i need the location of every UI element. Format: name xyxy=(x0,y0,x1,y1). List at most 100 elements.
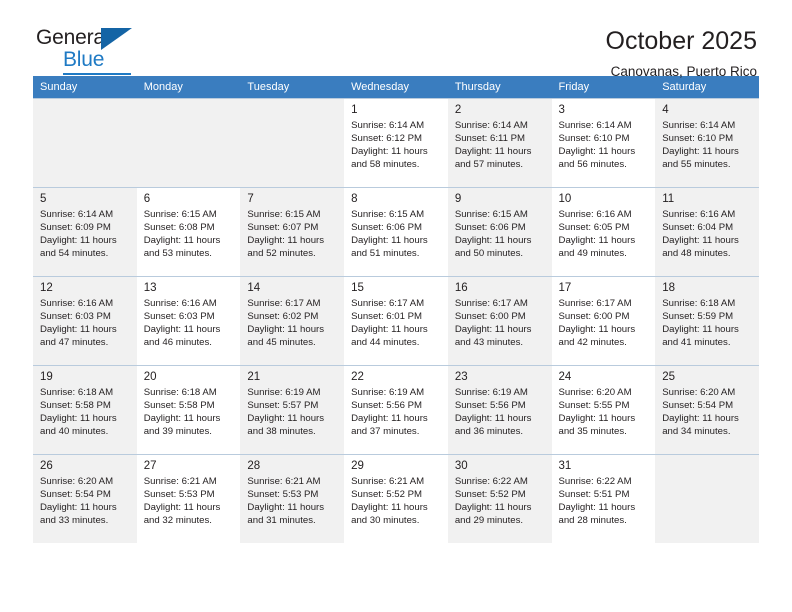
day-number: 26 xyxy=(40,460,53,472)
day-info-line: Daylight: 11 hours xyxy=(558,413,636,425)
day-info-line: Sunrise: 6:18 AM xyxy=(40,387,114,398)
calendar-day-cell[interactable]: 25 Sunrise: 6:20 AM Sunset: 5:54 PM Dayligh… xyxy=(655,365,759,454)
day-info-line: Sunset: 6:03 PM xyxy=(40,311,111,323)
day-info-line: Sunset: 5:53 PM xyxy=(247,489,319,501)
day-info-line: Sunset: 6:09 PM xyxy=(40,222,111,234)
day-info-line: Sunset: 6:11 PM xyxy=(454,133,526,145)
calendar-day-cell[interactable]: 1 Sunrise: 6:14 AM Sunset: 6:12 PM Daylight… xyxy=(344,98,448,187)
calendar-day-cell[interactable]: 30 Sunrise: 6:22 AM Sunset: 5:52 PM Dayligh… xyxy=(447,454,552,543)
day-sun-info: Sunrise: 6:14 AM Sunset: 6:11 PM Daylight:… xyxy=(448,119,552,171)
day-number: 2 xyxy=(454,104,462,116)
day-info-line: and 46 minutes. xyxy=(143,337,212,349)
day-sun-info: Sunrise: 6:16 AM Sunset: 6:05 PM Daylight:… xyxy=(552,208,656,260)
calendar-day-cell[interactable]: 28 Sunrise: 6:21 AM Sunset: 5:53 PM Dayligh… xyxy=(240,454,345,543)
calendar-day-cell[interactable]: 11 Sunrise: 6:16 AM Sunset: 6:04 PM Dayligh… xyxy=(655,187,759,276)
calendar-day-cell[interactable]: 21 Sunrise: 6:19 AM Sunset: 5:57 PM Dayligh… xyxy=(240,365,345,454)
calendar-day-cell[interactable]: 15 Sunrise: 6:17 AM Sunset: 6:01 PM Dayligh… xyxy=(344,276,448,365)
day-number: 28 xyxy=(247,460,261,472)
calendar-day-cell-empty xyxy=(136,98,241,187)
calendar-day-cell[interactable]: 17 Sunrise: 6:17 AM Sunset: 6:00 PM Dayligh… xyxy=(551,276,656,365)
day-info-line: and 40 minutes. xyxy=(40,426,109,438)
day-info-line: Sunrise: 6:16 AM xyxy=(40,298,114,309)
day-info-line: Daylight: 11 hours xyxy=(247,413,325,425)
page-subtitle: Canovanas, Puerto Rico xyxy=(610,64,757,79)
day-info-line: Sunrise: 6:16 AM xyxy=(558,209,632,220)
day-info-line: Sunrise: 6:20 AM xyxy=(558,387,632,398)
day-info-line: Daylight: 11 hours xyxy=(247,235,325,247)
day-info-line: Sunset: 5:59 PM xyxy=(662,311,734,323)
day-info-line: Daylight: 11 hours xyxy=(143,235,221,247)
day-sun-info: Sunrise: 6:20 AM Sunset: 5:55 PM Daylight:… xyxy=(552,386,656,438)
day-info-line: Daylight: 11 hours xyxy=(247,324,325,336)
day-info-line: Sunset: 6:08 PM xyxy=(143,222,215,234)
calendar-day-cell[interactable]: 2 Sunrise: 6:14 AM Sunset: 6:11 PM Daylight… xyxy=(447,98,552,187)
day-info-line: Sunset: 5:54 PM xyxy=(662,400,734,412)
calendar-day-cell[interactable]: 13 Sunrise: 6:16 AM Sunset: 6:03 PM Dayligh… xyxy=(136,276,241,365)
day-info-line: Daylight: 11 hours xyxy=(558,235,636,247)
calendar-day-cell[interactable]: 31 Sunrise: 6:22 AM Sunset: 5:51 PM Dayligh… xyxy=(551,454,656,543)
day-info-line: and 56 minutes. xyxy=(558,159,627,171)
calendar-day-cell[interactable]: 9 Sunrise: 6:15 AM Sunset: 6:06 PM Daylight… xyxy=(447,187,552,276)
calendar-day-cell[interactable]: 5 Sunrise: 6:14 AM Sunset: 6:09 PM Daylight… xyxy=(33,187,137,276)
day-sun-info: Sunrise: 6:21 AM Sunset: 5:53 PM Daylight:… xyxy=(240,475,344,527)
day-info-line: and 58 minutes. xyxy=(351,159,420,171)
calendar-day-cell[interactable]: 19 Sunrise: 6:18 AM Sunset: 5:58 PM Dayligh… xyxy=(33,365,137,454)
calendar-day-cell[interactable]: 18 Sunrise: 6:18 AM Sunset: 5:59 PM Dayligh… xyxy=(655,276,759,365)
sunrise-sunset-calendar: Sunday Monday Tuesday Wednesday Thursday… xyxy=(33,76,759,543)
day-info-line: Daylight: 11 hours xyxy=(351,502,428,514)
day-info-line: and 39 minutes. xyxy=(143,426,212,438)
day-sun-info: Sunrise: 6:21 AM Sunset: 5:53 PM Daylight:… xyxy=(137,475,241,527)
day-number: 11 xyxy=(662,193,675,205)
day-info-line: Sunrise: 6:15 AM xyxy=(351,209,425,220)
day-info-line: Sunrise: 6:21 AM xyxy=(247,476,321,487)
calendar-day-cell[interactable]: 12 Sunrise: 6:16 AM Sunset: 6:03 PM Dayligh… xyxy=(33,276,137,365)
day-number: 9 xyxy=(454,193,462,205)
day-info-line: Daylight: 11 hours xyxy=(454,146,532,158)
day-info-line: and 43 minutes. xyxy=(454,337,524,349)
calendar-day-cell[interactable]: 27 Sunrise: 6:21 AM Sunset: 5:53 PM Dayligh… xyxy=(136,454,241,543)
calendar-day-cell[interactable]: 26 Sunrise: 6:20 AM Sunset: 5:54 PM Dayligh… xyxy=(33,454,137,543)
title-block: October 2025 Canovanas, Puerto Rico xyxy=(606,26,760,82)
day-number: 21 xyxy=(247,371,261,383)
day-info-line: Sunset: 5:58 PM xyxy=(40,400,111,412)
calendar-day-cell[interactable]: 14 Sunrise: 6:17 AM Sunset: 6:02 PM Dayligh… xyxy=(240,276,345,365)
calendar-day-cell[interactable]: 29 Sunrise: 6:21 AM Sunset: 5:52 PM Dayligh… xyxy=(344,454,448,543)
calendar-day-cell[interactable]: 22 Sunrise: 6:19 AM Sunset: 5:56 PM Dayligh… xyxy=(344,365,448,454)
generalblue-logo[interactable]: General Blue xyxy=(36,26,156,76)
calendar-day-cell[interactable]: 24 Sunrise: 6:20 AM Sunset: 5:55 PM Dayligh… xyxy=(551,365,656,454)
day-sun-info: Sunrise: 6:19 AM Sunset: 5:56 PM Daylight:… xyxy=(448,386,552,438)
calendar-day-cell[interactable]: 3 Sunrise: 6:14 AM Sunset: 6:10 PM Daylight… xyxy=(551,98,656,187)
day-number: 24 xyxy=(558,371,572,383)
day-info-line: Sunrise: 6:20 AM xyxy=(40,476,114,487)
day-number: 8 xyxy=(351,193,358,205)
day-sun-info: Sunrise: 6:21 AM Sunset: 5:52 PM Daylight:… xyxy=(344,475,448,527)
day-number: 19 xyxy=(40,371,53,383)
calendar-day-cell[interactable]: 16 Sunrise: 6:17 AM Sunset: 6:00 PM Dayligh… xyxy=(447,276,552,365)
day-sun-info: Sunrise: 6:16 AM Sunset: 6:03 PM Daylight:… xyxy=(137,297,241,349)
calendar-day-cell[interactable]: 8 Sunrise: 6:15 AM Sunset: 6:06 PM Daylight… xyxy=(344,187,448,276)
day-info-line: Daylight: 11 hours xyxy=(40,502,117,514)
calendar-day-cell[interactable]: 10 Sunrise: 6:16 AM Sunset: 6:05 PM Dayligh… xyxy=(551,187,656,276)
logo-triangle-icon xyxy=(101,28,132,50)
day-info-line: Sunrise: 6:18 AM xyxy=(662,298,736,309)
day-info-line: Sunset: 5:56 PM xyxy=(454,400,526,412)
day-info-line: Daylight: 11 hours xyxy=(454,413,532,425)
day-info-line: and 28 minutes. xyxy=(558,515,627,527)
day-sun-info: Sunrise: 6:17 AM Sunset: 6:01 PM Daylight:… xyxy=(344,297,448,349)
calendar-day-cell[interactable]: 20 Sunrise: 6:18 AM Sunset: 5:58 PM Dayligh… xyxy=(136,365,241,454)
calendar-page: General Blue October 2025 Canovanas, Pue… xyxy=(0,0,792,612)
calendar-day-cell[interactable]: 6 Sunrise: 6:15 AM Sunset: 6:08 PM Daylight… xyxy=(136,187,241,276)
day-info-line: Daylight: 11 hours xyxy=(454,502,532,514)
day-info-line: Daylight: 11 hours xyxy=(662,324,739,336)
day-info-line: and 32 minutes. xyxy=(143,515,212,527)
day-info-line: Sunset: 6:12 PM xyxy=(351,133,423,145)
day-info-line: and 55 minutes. xyxy=(662,159,731,171)
day-number: 6 xyxy=(143,193,151,205)
day-info-line: Sunset: 6:00 PM xyxy=(454,311,526,323)
day-info-line: Sunset: 6:06 PM xyxy=(351,222,423,234)
calendar-day-cell[interactable]: 7 Sunrise: 6:15 AM Sunset: 6:07 PM Daylight… xyxy=(240,187,345,276)
calendar-day-cell[interactable]: 23 Sunrise: 6:19 AM Sunset: 5:56 PM Dayligh… xyxy=(447,365,552,454)
page-title: October 2025 xyxy=(605,27,758,55)
day-info-line: Sunrise: 6:15 AM xyxy=(247,209,321,220)
calendar-day-cell[interactable]: 4 Sunrise: 6:14 AM Sunset: 6:10 PM Daylight… xyxy=(655,98,759,187)
